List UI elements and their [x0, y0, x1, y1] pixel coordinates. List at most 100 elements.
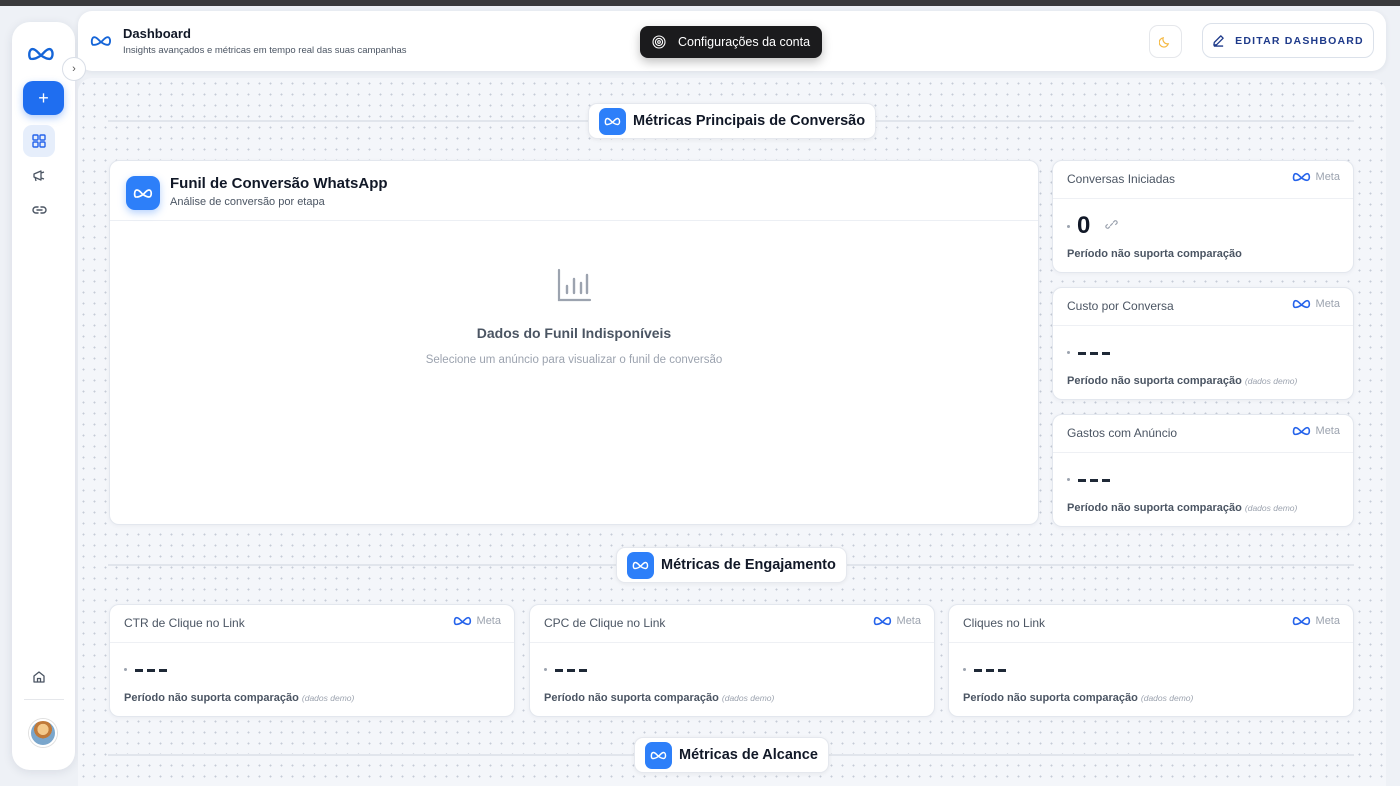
meta-badge-icon	[645, 741, 672, 769]
section-header-reach: Métricas de Alcance	[634, 737, 829, 773]
metric-card-header: Conversas Iniciadas Meta	[1053, 161, 1353, 199]
sidebar-item-links[interactable]	[23, 194, 55, 226]
metric-card-cpc: CPC de Clique no Link Meta Período não s…	[529, 604, 935, 717]
meta-source-label: Meta	[1315, 425, 1340, 437]
status-dot	[1067, 225, 1070, 228]
section-title: Métricas de Alcance	[679, 747, 818, 763]
meta-source-badge: Meta	[453, 615, 501, 627]
account-settings-tooltip: Configurações da conta	[640, 26, 822, 58]
metric-value-placeholder	[1078, 352, 1110, 355]
meta-badge-icon	[126, 176, 160, 210]
avatar[interactable]	[29, 719, 57, 747]
meta-logo-icon	[873, 615, 892, 627]
meta-logo-icon	[90, 30, 112, 52]
metric-title: Conversas Iniciadas	[1067, 172, 1176, 186]
fingerprint-icon	[652, 35, 666, 49]
meta-source-label: Meta	[1315, 615, 1340, 627]
comparison-text: Período não suporta comparação (dados de…	[124, 692, 354, 704]
meta-logo-icon	[453, 615, 472, 627]
funnel-title: Funil de Conversão WhatsApp	[170, 175, 388, 192]
metric-title: CTR de Clique no Link	[124, 616, 245, 630]
status-dot	[963, 668, 966, 671]
metric-card-custo-por-conversa: Custo por Conversa Meta Período não supo…	[1052, 287, 1354, 400]
section-header-engagement: Métricas de Engajamento	[616, 547, 847, 583]
add-button[interactable]: +	[23, 81, 64, 115]
meta-logo-icon	[1292, 425, 1311, 437]
metric-title: CPC de Clique no Link	[544, 616, 666, 630]
metric-card-header: CTR de Clique no Link Meta	[110, 605, 514, 643]
tooltip-text: Configurações da conta	[678, 35, 811, 49]
metric-title: Gastos com Anúncio	[1067, 426, 1178, 440]
funnel-empty-subtitle: Selecione um anúncio para visualizar o f…	[425, 354, 723, 366]
edit-dashboard-button[interactable]: EDITAR DASHBOARD	[1202, 23, 1374, 58]
edit-dashboard-label: EDITAR DASHBOARD	[1235, 34, 1364, 47]
meta-source-badge: Meta	[1292, 298, 1340, 310]
metric-card-gastos-com-anuncio: Gastos com Anúncio Meta Período não supo…	[1052, 414, 1354, 527]
sidebar-item-dashboard[interactable]	[23, 125, 55, 157]
metric-card-header: Custo por Conversa Meta	[1053, 288, 1353, 326]
meta-badge-icon	[627, 551, 654, 579]
status-dot	[124, 668, 127, 671]
sidebar: +	[12, 22, 75, 770]
metric-card-ctr: CTR de Clique no Link Meta Período não s…	[109, 604, 515, 717]
metric-title: Custo por Conversa	[1067, 299, 1174, 313]
page-subtitle: Insights avançados e métricas em tempo r…	[123, 45, 407, 56]
meta-logo-icon	[1292, 171, 1311, 183]
chevron-right-icon: ›	[72, 63, 76, 75]
metric-value-placeholder	[135, 669, 167, 672]
comparison-label: Período não suporta comparação	[544, 692, 719, 704]
comparison-text: Período não suporta comparação (dados de…	[544, 692, 774, 704]
comparison-text: Período não suporta comparação (dados de…	[1067, 502, 1297, 514]
comparison-text: Período não suporta comparação (dados de…	[963, 692, 1193, 704]
page-title: Dashboard	[123, 26, 191, 41]
comparison-label: Período não suporta comparação	[1067, 248, 1242, 260]
metric-card-header: Gastos com Anúncio Meta	[1053, 415, 1353, 453]
link-icon[interactable]	[1105, 218, 1118, 231]
meta-source-badge: Meta	[1292, 171, 1340, 183]
moon-icon	[1159, 37, 1170, 48]
funnel-card-header: Funil de Conversão WhatsApp Análise de c…	[110, 161, 1038, 221]
meta-logo-icon	[27, 44, 55, 64]
sidebar-item-campaigns[interactable]	[23, 160, 55, 192]
header: Dashboard Insights avançados e métricas …	[78, 11, 1386, 71]
metric-value: 0	[1077, 212, 1091, 239]
link-icon	[31, 206, 47, 214]
window-top-strip	[0, 0, 1400, 6]
comparison-label: Período não suporta comparação	[124, 692, 299, 704]
pencil-icon	[1213, 35, 1224, 47]
metric-card-cliques-no-link: Cliques no Link Meta Período não suporta…	[948, 604, 1354, 717]
metric-card-conversas-iniciadas: Conversas Iniciadas Meta 0 Período não s…	[1052, 160, 1354, 273]
theme-toggle-button[interactable]	[1149, 25, 1182, 58]
comparison-label: Período não suporta comparação	[963, 692, 1138, 704]
metric-title: Cliques no Link	[963, 616, 1046, 630]
dashboard-canvas: Métricas Principais de Conversão Funil d…	[78, 78, 1386, 786]
comparison-label: Período não suporta comparação	[1067, 502, 1242, 514]
meta-source-label: Meta	[1315, 171, 1340, 183]
funnel-subtitle: Análise de conversão por etapa	[170, 196, 325, 208]
sidebar-toggle-button[interactable]: ›	[62, 57, 86, 81]
meta-logo-icon	[1292, 298, 1311, 310]
demo-data-label: (dados demo)	[1140, 693, 1194, 703]
demo-data-label: (dados demo)	[1244, 376, 1298, 386]
meta-source-label: Meta	[896, 615, 921, 627]
status-dot	[1067, 351, 1070, 354]
metric-value-placeholder	[974, 669, 1006, 672]
comparison-text: Período não suporta comparação	[1067, 248, 1242, 260]
metric-value-placeholder	[555, 669, 587, 672]
meta-source-badge: Meta	[1292, 615, 1340, 627]
metric-card-header: CPC de Clique no Link Meta	[530, 605, 934, 643]
meta-source-label: Meta	[476, 615, 501, 627]
meta-source-badge: Meta	[873, 615, 921, 627]
megaphone-icon	[32, 170, 44, 182]
dashboard-grid-icon	[32, 134, 46, 148]
meta-source-label: Meta	[1315, 298, 1340, 310]
sidebar-divider	[24, 699, 64, 700]
section-header-conversion: Métricas Principais de Conversão	[588, 103, 877, 139]
meta-logo-icon	[1292, 615, 1311, 627]
home-icon	[33, 671, 45, 683]
sidebar-item-home[interactable]	[23, 661, 55, 693]
bar-chart-icon	[557, 268, 592, 302]
status-dot	[544, 668, 547, 671]
meta-badge-icon	[599, 107, 626, 135]
section-title: Métricas Principais de Conversão	[633, 113, 866, 129]
